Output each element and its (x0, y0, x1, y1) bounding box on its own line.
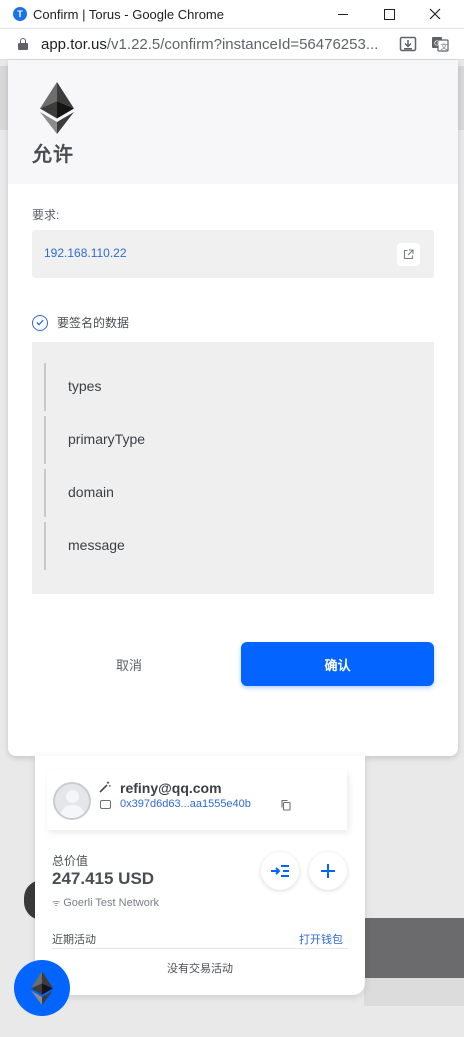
plus-icon (321, 864, 335, 878)
translate-icon[interactable]: G 文 (431, 36, 449, 52)
data-item-types[interactable]: types (44, 363, 426, 411)
maximize-icon (383, 8, 395, 20)
recent-activity-label: 近期活动 (52, 934, 96, 946)
modal-title: 允许 (32, 144, 74, 166)
total-value-label: 总价值 (52, 854, 89, 868)
background-light-panel (364, 978, 464, 1006)
window-titlebar: T Confirm | Torus - Google Chrome (0, 0, 464, 29)
ethereum-logo (40, 82, 74, 134)
profile-card: refiny@qq.com 0x397d6d63...aa1555e40b (47, 770, 347, 830)
user-email: refiny@qq.com (120, 780, 222, 796)
network-label: Goerli Test Network (63, 897, 159, 909)
avatar (53, 782, 91, 820)
origin-field: 192.168.110.22 (32, 230, 434, 278)
url-text[interactable]: app.tor.us/v1.22.5/confirm?instanceId=56… (41, 36, 381, 53)
network-name: ᯤ Goerli Test Network (52, 896, 159, 909)
svg-text:G: G (434, 40, 439, 48)
data-item-label: types (68, 378, 102, 394)
minimize-icon (338, 13, 348, 15)
data-item-label: domain (68, 484, 114, 500)
sign-data-box: types primaryType domain message (32, 342, 434, 594)
window-title: Confirm | Torus - Google Chrome (33, 6, 224, 22)
origin-text: 192.168.110.22 (44, 246, 127, 260)
transfer-button[interactable] (261, 852, 299, 890)
divider (52, 948, 348, 949)
confirm-modal: 允许 要求: 192.168.110.22 要签名的数据 types prima… (8, 60, 458, 756)
wallet-address[interactable]: 0x397d6d63...aa1555e40b (120, 798, 251, 810)
minimize-button[interactable] (320, 0, 366, 28)
close-icon (429, 8, 441, 20)
transfer-icon (271, 865, 289, 877)
install-app-icon[interactable] (399, 36, 417, 52)
open-external-icon (403, 249, 414, 260)
url-host: app.tor.us (41, 35, 107, 53)
data-item-message[interactable]: message (44, 522, 426, 570)
open-wallet-link[interactable]: 打开钱包 (299, 931, 343, 947)
data-item-label: message (68, 537, 125, 553)
network-icon: ᯤ (52, 898, 61, 908)
copy-icon[interactable] (280, 799, 292, 811)
wallet-popup: refiny@qq.com 0x397d6d63...aa1555e40b 总价… (35, 756, 365, 995)
ethereum-icon (31, 971, 53, 1005)
background-dark-panel (364, 918, 464, 978)
data-item-primarytype[interactable]: primaryType (44, 416, 426, 464)
close-button[interactable] (412, 0, 458, 28)
data-item-label: primaryType (68, 431, 146, 447)
maximize-button[interactable] (366, 0, 412, 28)
open-origin-button[interactable] (397, 243, 420, 266)
magic-wand-icon (99, 781, 111, 793)
wallet-icon (100, 800, 111, 809)
data-item-domain[interactable]: domain (44, 469, 426, 517)
lock-icon[interactable] (18, 38, 28, 50)
address-bar[interactable]: app.tor.us/v1.22.5/confirm?instanceId=56… (0, 29, 464, 60)
confirm-button[interactable]: 确认 (241, 642, 434, 686)
request-label: 要求: (32, 208, 60, 222)
torus-app-icon: T (13, 7, 27, 21)
no-activity-text: 没有交易活动 (167, 963, 233, 975)
svg-text:文: 文 (441, 42, 448, 51)
total-value: 247.415 USD (52, 869, 155, 888)
sign-data-label: 要签名的数据 (57, 316, 130, 330)
torus-wallet-button[interactable] (14, 960, 70, 1016)
add-funds-button[interactable] (309, 852, 347, 890)
check-circle-icon (32, 314, 48, 331)
url-path: /v1.22.5/confirm?instanceId=56476253... (106, 35, 379, 53)
cancel-button[interactable]: 取消 (32, 642, 226, 686)
sign-data-toggle[interactable]: 要签名的数据 (32, 314, 129, 331)
modal-header: 允许 (8, 60, 458, 184)
